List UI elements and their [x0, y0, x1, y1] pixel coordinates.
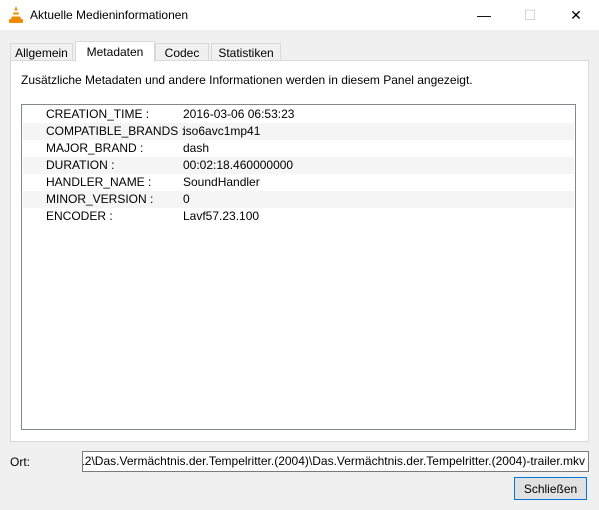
metadata-key: DURATION :: [46, 158, 115, 172]
close-window-button[interactable]: ✕: [553, 0, 599, 30]
list-item[interactable]: MINOR_VERSION : 0: [23, 191, 574, 208]
metadata-value: iso6avc1mp41: [183, 124, 261, 138]
metadata-key: ENCODER :: [46, 209, 113, 223]
metadata-key: COMPATIBLE_BRANDS :: [46, 124, 185, 138]
location-label: Ort:: [10, 455, 30, 469]
metadata-key: HANDLER_NAME :: [46, 175, 152, 189]
title-bar: Aktuelle Medieninformationen — ☐ ✕: [0, 0, 599, 30]
list-item[interactable]: CREATION_TIME : 2016-03-06 06:53:23: [23, 106, 574, 123]
window-title: Aktuelle Medieninformationen: [30, 8, 189, 22]
list-item[interactable]: MAJOR_BRAND : dash: [23, 140, 574, 157]
metadata-value: 2016-03-06 06:53:23: [183, 107, 295, 121]
metadata-value: 00:02:18.460000000: [183, 158, 294, 172]
maximize-button[interactable]: ☐: [507, 0, 553, 30]
metadata-key: MAJOR_BRAND :: [46, 141, 144, 155]
metadata-value: 0: [183, 192, 190, 206]
metadata-list[interactable]: CREATION_TIME : 2016-03-06 06:53:23 COMP…: [21, 104, 576, 430]
metadata-key: CREATION_TIME :: [46, 107, 150, 121]
list-item[interactable]: HANDLER_NAME : SoundHandler: [23, 174, 574, 191]
metadata-value: dash: [183, 141, 210, 155]
metadata-value: SoundHandler: [183, 175, 260, 189]
metadata-key: MINOR_VERSION :: [46, 192, 154, 206]
location-field-value: ilme\FSK 12\Das.Vermächtnis.der.Tempelri…: [82, 454, 585, 468]
vlc-cone-icon: [9, 6, 23, 23]
list-item[interactable]: ENCODER : Lavf57.23.100: [23, 208, 574, 225]
metadata-value: Lavf57.23.100: [183, 209, 260, 223]
panel-description: Zusätzliche Metadaten und andere Informa…: [21, 73, 473, 87]
location-field[interactable]: ilme\FSK 12\Das.Vermächtnis.der.Tempelri…: [82, 451, 589, 472]
minimize-button[interactable]: —: [461, 0, 507, 30]
tab-metadaten[interactable]: Metadaten: [75, 41, 155, 62]
close-button[interactable]: Schließen: [514, 477, 587, 500]
list-item[interactable]: DURATION : 00:02:18.460000000: [23, 157, 574, 174]
metadata-panel: Zusätzliche Metadaten und andere Informa…: [10, 60, 589, 442]
list-item[interactable]: COMPATIBLE_BRANDS : iso6avc1mp41: [23, 123, 574, 140]
